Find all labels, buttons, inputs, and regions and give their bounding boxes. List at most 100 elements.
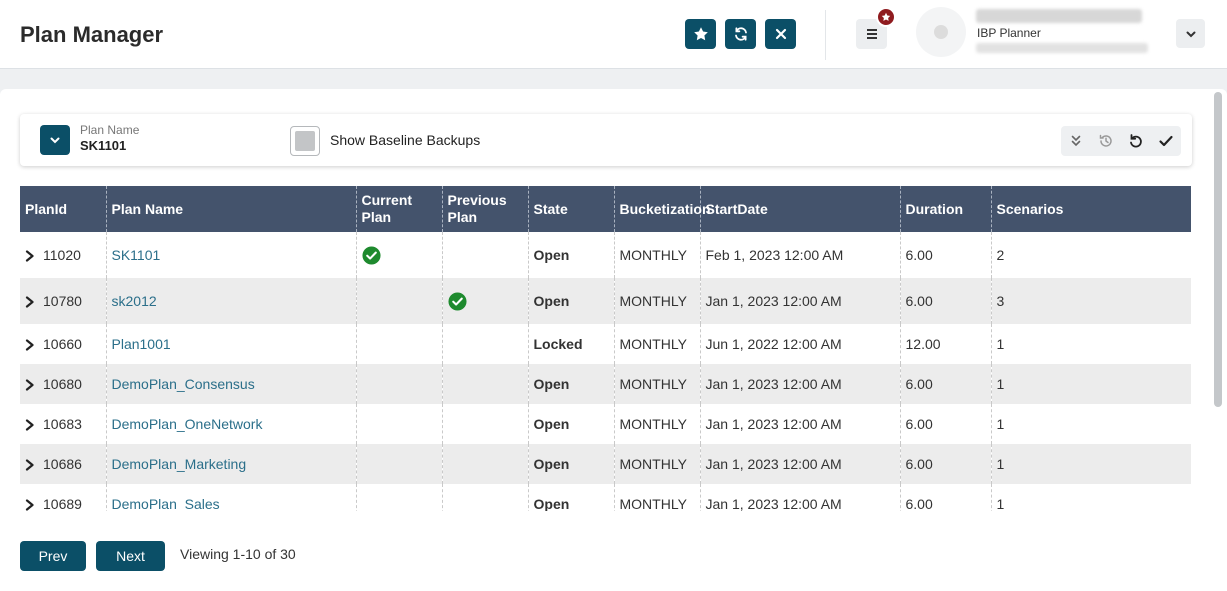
cell-startdate: Jan 1, 2023 12:00 AM: [700, 484, 901, 511]
expand-all-button[interactable]: [1061, 126, 1091, 156]
cell-state: Open: [528, 232, 615, 278]
plan-name-link[interactable]: SK1101: [112, 247, 161, 263]
table-row[interactable]: 10689 DemoPlan_Sales Open MONTHLY Jan 1, 202…: [20, 484, 1191, 511]
column-header-plan-name[interactable]: Plan Name: [106, 186, 357, 232]
cell-current-plan: [356, 324, 443, 364]
plan-name-link[interactable]: DemoPlan_Sales: [112, 496, 220, 511]
column-header-startdate[interactable]: StartDate: [700, 186, 901, 232]
refresh-icon: [734, 27, 747, 41]
column-header-previous-plan[interactable]: Previous Plan: [442, 186, 529, 232]
table-row[interactable]: 10683 DemoPlan_OneNetwork Open MONTHLY Jan 1…: [20, 404, 1191, 444]
expand-row-chevron-right-icon[interactable]: [25, 379, 35, 391]
planid-value: 10686: [43, 456, 82, 472]
chevron-down-icon: [1186, 31, 1195, 37]
cell-current-plan: [356, 404, 443, 444]
user-email-redacted: [976, 43, 1148, 53]
expand-row-chevron-right-icon[interactable]: [25, 419, 35, 431]
cell-scenarios: 3: [991, 278, 1191, 324]
table-row[interactable]: 10780 sk2012 Open MONTHLY Jan 1, 2023 12:00 …: [20, 278, 1191, 324]
plan-name-link[interactable]: sk2012: [112, 293, 157, 309]
column-header-duration[interactable]: Duration: [900, 186, 992, 232]
plan-name-link[interactable]: DemoPlan_Marketing: [112, 456, 247, 472]
cell-state: Open: [528, 364, 615, 404]
column-header-current-plan-text: Current Plan: [361, 192, 413, 225]
table-row[interactable]: 10686 DemoPlan_Marketing Open MONTHLY Jan 1,…: [20, 444, 1191, 484]
header-divider: [825, 10, 826, 60]
history-button[interactable]: [1091, 126, 1121, 156]
collapse-filter-button[interactable]: [40, 125, 70, 155]
cell-current-plan: [356, 444, 443, 484]
close-button[interactable]: [765, 19, 796, 49]
expand-row-chevron-right-icon[interactable]: [25, 250, 35, 262]
cell-startdate: Feb 1, 2023 12:00 AM: [700, 232, 901, 278]
table-row[interactable]: 11020 SK1101 Open MONTHLY Feb 1, 2023 12:00 …: [20, 232, 1191, 278]
hamburger-icon: [866, 29, 877, 39]
table-row[interactable]: 10680 DemoPlan_Consensus Open MONTHLY Jan 1,…: [20, 364, 1191, 404]
planid-value: 11020: [43, 247, 81, 263]
double-chevron-down-icon: [1071, 135, 1081, 147]
column-header-state[interactable]: State: [528, 186, 615, 232]
plan-name-value[interactable]: SK1101: [80, 138, 126, 153]
cell-bucketization: MONTHLY: [614, 324, 701, 364]
next-button[interactable]: Next: [96, 541, 165, 571]
checkbox-fill: [295, 131, 315, 151]
cell-previous-plan: [442, 484, 529, 511]
expand-row-chevron-right-icon[interactable]: [25, 459, 35, 471]
cell-duration: 6.00: [900, 404, 992, 444]
vertical-scrollbar[interactable]: [1214, 92, 1222, 407]
cell-plan-name: DemoPlan_Consensus: [106, 364, 357, 404]
cell-current-plan: [356, 232, 443, 278]
cell-duration: 6.00: [900, 278, 992, 324]
plans-table: PlanId Plan Name Current Plan Previous P…: [20, 186, 1191, 511]
planid-value: 10680: [43, 376, 82, 392]
plan-name-link[interactable]: Plan1001: [112, 336, 171, 352]
cell-plan-name: sk2012: [106, 278, 357, 324]
cell-plan-name: SK1101: [106, 232, 357, 278]
show-baseline-checkbox[interactable]: [290, 126, 320, 156]
cell-state: Open: [528, 484, 615, 511]
column-header-bucketization[interactable]: Bucketization: [614, 186, 711, 232]
plan-name-link[interactable]: DemoPlan_Consensus: [112, 376, 255, 392]
cell-scenarios: 1: [991, 364, 1191, 404]
cell-previous-plan: [442, 444, 529, 484]
prev-button[interactable]: Prev: [20, 541, 86, 571]
favorite-button[interactable]: [685, 19, 716, 49]
user-menu-button[interactable]: [1176, 19, 1205, 48]
favorites-badge[interactable]: [876, 7, 896, 27]
cell-plan-name: DemoPlan_Sales: [106, 484, 357, 511]
plan-name-label: Plan Name: [80, 123, 140, 137]
star-icon: [693, 27, 708, 41]
close-icon: [775, 28, 786, 40]
column-header-planid[interactable]: PlanId: [20, 186, 107, 232]
star-icon: [881, 12, 891, 21]
cell-scenarios: 1: [991, 404, 1191, 444]
table-row[interactable]: 10660 Plan1001 Locked MONTHLY Jun 1, 2022 12…: [20, 324, 1191, 364]
expand-row-chevron-right-icon[interactable]: [25, 296, 35, 308]
avatar[interactable]: [916, 7, 966, 57]
column-header-current-plan[interactable]: Current Plan: [356, 186, 443, 232]
expand-row-chevron-right-icon[interactable]: [25, 339, 35, 351]
refresh-button[interactable]: [725, 19, 756, 49]
pagination-status: Viewing 1-10 of 30: [180, 546, 296, 562]
cell-state: Open: [528, 444, 615, 484]
page-title: Plan Manager: [20, 22, 164, 47]
column-header-scenarios[interactable]: Scenarios: [991, 186, 1191, 232]
cell-state: Locked: [528, 324, 615, 364]
expand-row-chevron-right-icon[interactable]: [25, 499, 35, 511]
cell-current-plan: [356, 364, 443, 404]
filter-bar: Plan Name SK1101 Show Baseline Backups: [20, 114, 1192, 166]
cell-plan-name: DemoPlan_Marketing: [106, 444, 357, 484]
cell-current-plan: [356, 484, 443, 511]
cell-startdate: Jan 1, 2023 12:00 AM: [700, 364, 901, 404]
cell-bucketization: MONTHLY: [614, 364, 701, 404]
cell-previous-plan: [442, 364, 529, 404]
cell-scenarios: 1: [991, 324, 1191, 364]
check-circle-icon: [447, 291, 467, 311]
cell-scenarios: 2: [991, 232, 1191, 278]
plan-name-link[interactable]: DemoPlan_OneNetwork: [112, 416, 263, 432]
chevron-down-icon: [50, 137, 60, 144]
user-name-redacted: [976, 9, 1142, 23]
undo-button[interactable]: [1121, 126, 1151, 156]
cell-duration: 12.00: [900, 324, 992, 364]
apply-button[interactable]: [1151, 126, 1181, 156]
